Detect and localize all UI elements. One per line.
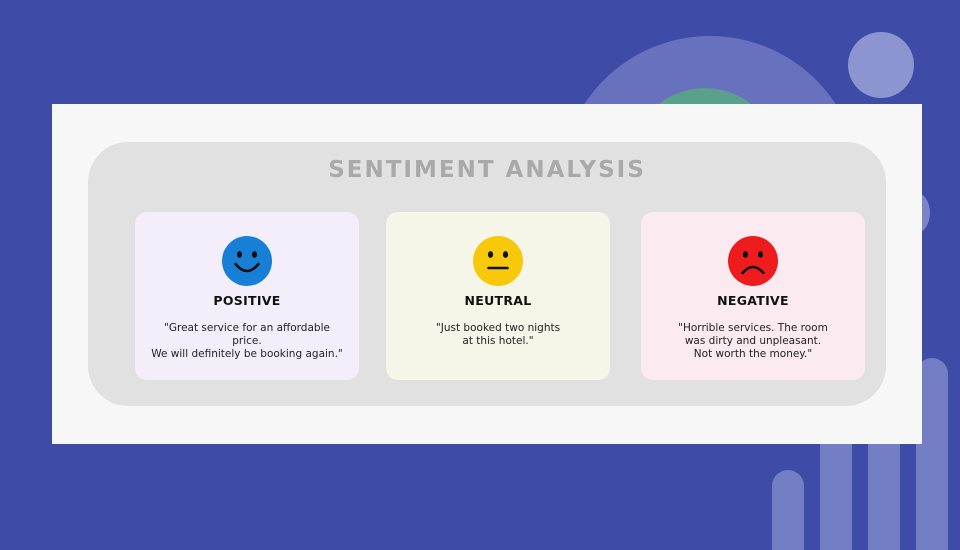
quote-line: Not worth the money." [693, 348, 813, 360]
quote-line: was dirty and unpleasant. [684, 335, 822, 347]
quote-line: "Just booked two nights [435, 322, 561, 334]
diagram-title: SENTIMENT ANALYSIS [328, 157, 646, 183]
negative-label: NEGATIVE [717, 293, 789, 308]
neutral-label: NEUTRAL [464, 293, 532, 308]
quote-line: We will definitely be booking again." [151, 348, 343, 360]
sentiment-panel: SENTIMENT ANALYSIS POSITIVE "Great servi… [88, 142, 886, 406]
negative-quote: "Horrible services. The room was dirty a… [649, 322, 857, 361]
quote-line: price. [232, 335, 262, 347]
neutral-quote: "Just booked two nights at this hotel." [394, 322, 602, 348]
positive-quote: "Great service for an affordable price. … [143, 322, 351, 361]
positive-card: POSITIVE "Great service for an affordabl… [135, 212, 359, 380]
negative-card: NEGATIVE "Horrible services. The room wa… [641, 212, 865, 380]
quote-line: "Great service for an affordable [164, 322, 330, 334]
slide-card: SENTIMENT ANALYSIS POSITIVE "Great servi… [52, 104, 922, 444]
quote-line: at this hotel." [462, 335, 534, 347]
background-bar-decoration [772, 470, 804, 550]
neutral-face-icon [473, 236, 523, 286]
positive-label: POSITIVE [213, 293, 281, 308]
smiling-face-icon [222, 236, 272, 286]
frowning-face-icon [728, 236, 778, 286]
background-pie-decoration [848, 32, 914, 98]
quote-line: "Horrible services. The room [678, 322, 828, 334]
neutral-card: NEUTRAL "Just booked two nights at this … [386, 212, 610, 380]
